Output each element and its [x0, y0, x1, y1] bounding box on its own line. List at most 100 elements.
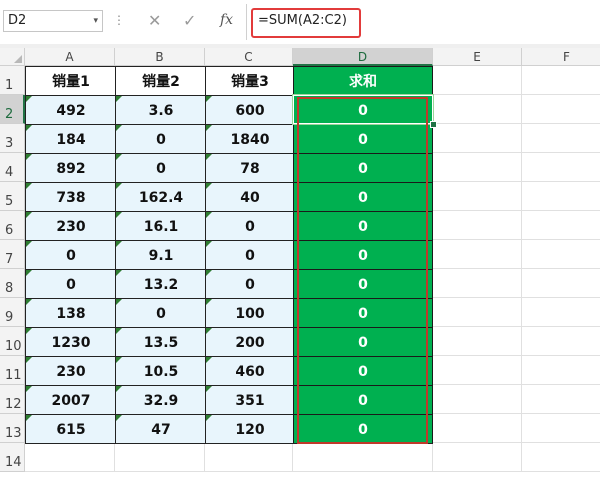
cell-e2[interactable] — [433, 95, 522, 124]
table-cell[interactable]: 2007 — [25, 385, 116, 415]
cell-f3[interactable] — [522, 124, 600, 153]
cell-c14[interactable] — [205, 443, 293, 472]
table-cell[interactable]: 738 — [25, 182, 116, 212]
cancel-icon[interactable]: ✕ — [148, 11, 161, 30]
sum-cell[interactable]: 0 — [293, 153, 433, 183]
cell-f1[interactable] — [522, 66, 600, 95]
table-header-d[interactable]: 求和 — [293, 66, 433, 95]
table-cell[interactable]: 100 — [205, 298, 294, 328]
sum-cell[interactable]: 0 — [293, 269, 433, 299]
row-header-9[interactable]: 9 — [0, 298, 25, 327]
sum-cell[interactable]: 0 — [293, 356, 433, 386]
column-header-c[interactable]: C — [205, 48, 293, 66]
table-cell[interactable]: 138 — [25, 298, 116, 328]
cell-e3[interactable] — [433, 124, 522, 153]
sum-cell[interactable]: 0 — [293, 124, 433, 154]
table-cell[interactable]: 13.2 — [115, 269, 206, 299]
drag-handle-icon[interactable]: ⋮ — [113, 13, 125, 27]
table-cell[interactable]: 0 — [205, 269, 294, 299]
cell-f4[interactable] — [522, 153, 600, 182]
table-cell[interactable]: 120 — [205, 414, 294, 444]
cell-f11[interactable] — [522, 356, 600, 385]
insert-function-icon[interactable]: fx — [220, 12, 233, 28]
sum-cell[interactable]: 0 — [293, 211, 433, 241]
cell-e5[interactable] — [433, 182, 522, 211]
cell-f9[interactable] — [522, 298, 600, 327]
row-header-7[interactable]: 7 — [0, 240, 25, 269]
row-header-12[interactable]: 12 — [0, 385, 25, 414]
table-cell[interactable]: 600 — [205, 95, 294, 125]
cell-f2[interactable] — [522, 95, 600, 124]
cell-f12[interactable] — [522, 385, 600, 414]
table-cell[interactable]: 16.1 — [115, 211, 206, 241]
row-header-1[interactable]: 1 — [0, 66, 25, 95]
column-header-d[interactable]: D — [293, 48, 433, 66]
table-cell[interactable]: 47 — [115, 414, 206, 444]
table-cell[interactable]: 892 — [25, 153, 116, 183]
name-box[interactable]: D2 ▾ — [3, 10, 103, 32]
table-cell[interactable]: 1840 — [205, 124, 294, 154]
table-cell[interactable]: 0 — [25, 240, 116, 270]
cell-e10[interactable] — [433, 327, 522, 356]
cell-f10[interactable] — [522, 327, 600, 356]
cell-e12[interactable] — [433, 385, 522, 414]
row-header-5[interactable]: 5 — [0, 182, 25, 211]
cell-d14[interactable] — [293, 443, 433, 472]
row-header-3[interactable]: 3 — [0, 124, 25, 153]
cell-a14[interactable] — [25, 443, 115, 472]
table-cell[interactable]: 10.5 — [115, 356, 206, 386]
fill-handle[interactable] — [430, 121, 437, 128]
cell-e8[interactable] — [433, 269, 522, 298]
cell-f7[interactable] — [522, 240, 600, 269]
table-cell[interactable]: 40 — [205, 182, 294, 212]
sum-cell[interactable]: 0 — [293, 298, 433, 328]
sum-cell[interactable]: 0 — [293, 385, 433, 415]
row-header-6[interactable]: 6 — [0, 211, 25, 240]
row-header-14[interactable]: 14 — [0, 443, 25, 472]
row-header-8[interactable]: 8 — [0, 269, 25, 298]
table-header-a[interactable]: 销量1 — [25, 66, 116, 95]
column-header-b[interactable]: B — [115, 48, 205, 66]
sum-cell[interactable]: 0 — [293, 240, 433, 270]
row-header-13[interactable]: 13 — [0, 414, 25, 443]
table-cell[interactable]: 0 — [115, 298, 206, 328]
table-cell[interactable]: 0 — [115, 153, 206, 183]
cell-f5[interactable] — [522, 182, 600, 211]
cell-f14[interactable] — [522, 443, 600, 472]
table-cell[interactable]: 230 — [25, 211, 116, 241]
table-cell[interactable]: 32.9 — [115, 385, 206, 415]
row-header-2[interactable]: 2 — [0, 95, 25, 124]
table-cell[interactable]: 0 — [25, 269, 116, 299]
sum-cell[interactable]: 0 — [293, 182, 433, 212]
cell-e4[interactable] — [433, 153, 522, 182]
table-cell[interactable]: 184 — [25, 124, 116, 154]
column-header-e[interactable]: E — [433, 48, 522, 66]
table-cell[interactable]: 0 — [115, 124, 206, 154]
table-cell[interactable]: 3.6 — [115, 95, 206, 125]
cell-f8[interactable] — [522, 269, 600, 298]
select-all-corner[interactable] — [0, 48, 25, 66]
cell-e1[interactable] — [433, 66, 522, 95]
table-header-c[interactable]: 销量3 — [205, 66, 294, 95]
row-header-4[interactable]: 4 — [0, 153, 25, 182]
table-cell[interactable]: 78 — [205, 153, 294, 183]
cell-e11[interactable] — [433, 356, 522, 385]
cell-f6[interactable] — [522, 211, 600, 240]
table-cell[interactable]: 0 — [205, 240, 294, 270]
cell-e7[interactable] — [433, 240, 522, 269]
table-cell[interactable]: 9.1 — [115, 240, 206, 270]
table-cell[interactable]: 13.5 — [115, 327, 206, 357]
check-icon[interactable]: ✓ — [183, 11, 196, 30]
table-cell[interactable]: 230 — [25, 356, 116, 386]
table-cell[interactable]: 351 — [205, 385, 294, 415]
cell-f13[interactable] — [522, 414, 600, 443]
sum-cell[interactable]: 0 — [293, 327, 433, 357]
table-cell[interactable]: 0 — [205, 211, 294, 241]
sum-cell[interactable]: 0 — [293, 414, 433, 444]
column-header-f[interactable]: F — [522, 48, 600, 66]
cell-e9[interactable] — [433, 298, 522, 327]
row-header-10[interactable]: 10 — [0, 327, 25, 356]
row-header-11[interactable]: 11 — [0, 356, 25, 385]
table-cell[interactable]: 460 — [205, 356, 294, 386]
table-cell[interactable]: 200 — [205, 327, 294, 357]
